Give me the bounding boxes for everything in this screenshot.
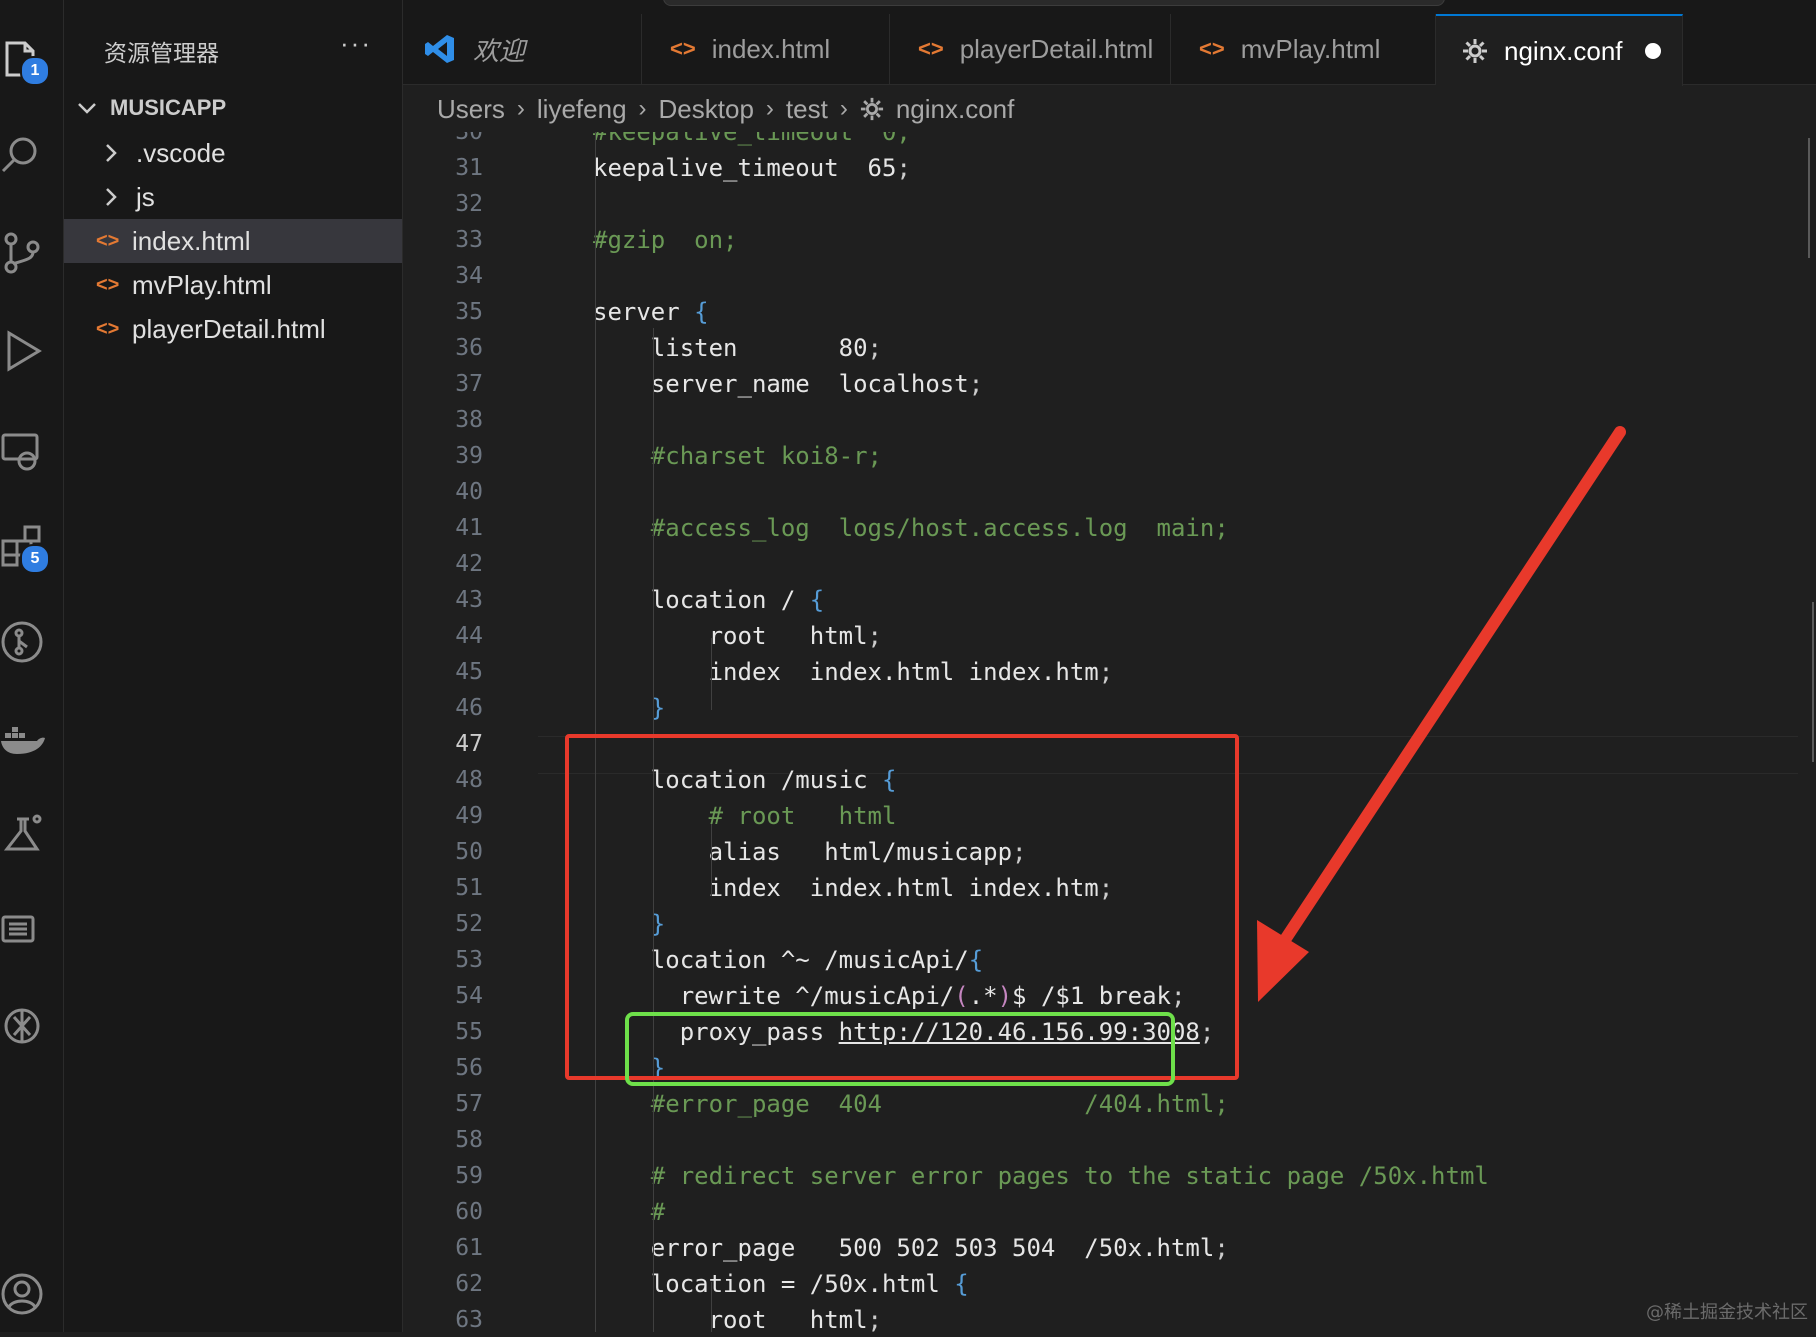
html-file-icon: <>	[1199, 36, 1225, 61]
tree-item-label: js	[136, 181, 155, 212]
activity-bar: 1 5	[0, 0, 64, 1332]
title-bar	[403, 0, 1816, 14]
explorer-icon[interactable]: 1	[0, 32, 50, 86]
chevron-right-icon	[106, 188, 117, 206]
tree-item-js[interactable]: js	[64, 175, 402, 219]
chevron-down-icon	[78, 103, 96, 114]
extensions-badge: 5	[20, 544, 50, 574]
gear-icon	[860, 97, 883, 121]
code-editor[interactable]: 30 31 32 33 34 35 36 37 38 39 40 41 42 43 44 45 46 47 48 49…	[403, 132, 1816, 1332]
gear-icon	[1463, 39, 1487, 63]
remote-explorer-icon[interactable]	[0, 424, 48, 476]
git-graph-icon[interactable]	[0, 616, 48, 668]
html-file-icon: <>	[670, 36, 696, 61]
unsaved-dot-icon[interactable]	[1644, 43, 1661, 59]
chevron-right-icon	[106, 144, 117, 162]
command-center[interactable]	[663, 0, 1445, 6]
source-control-icon[interactable]	[0, 226, 48, 278]
html-file-icon: <>	[96, 229, 120, 252]
chevron-right-icon: ›	[765, 95, 774, 122]
chevron-right-icon: ›	[638, 95, 647, 122]
tab-label: nginx.conf	[1504, 35, 1623, 66]
tree-item-label: playerDetail.html	[132, 313, 326, 344]
folder-musicapp[interactable]: MUSICAPP	[64, 90, 402, 126]
breadcrumb-desktop[interactable]: Desktop	[659, 94, 754, 125]
more-actions-button[interactable]: ···	[340, 28, 372, 59]
annotation-arrow-icon	[1257, 426, 1626, 1002]
tab-label: 欢迎	[473, 35, 526, 66]
breadcrumb-test[interactable]: test	[786, 94, 828, 125]
tree-item-vscode[interactable]: .vscode	[64, 131, 402, 175]
breadcrumb-liyefeng[interactable]: liyefeng	[537, 94, 627, 125]
vscode-logo-icon	[425, 35, 454, 63]
html-file-icon: <>	[96, 273, 120, 296]
tree-item-mvplay-html[interactable]: <> mvPlay.html	[64, 263, 402, 307]
explorer-badge: 1	[20, 56, 50, 86]
docker-icon[interactable]	[0, 712, 48, 764]
extensions-icon[interactable]: 5	[0, 520, 50, 574]
tab-label: playerDetail.html	[959, 33, 1154, 64]
tree-item-index-html[interactable]: <> index.html	[64, 219, 402, 263]
breadcrumb-users[interactable]: Users	[437, 94, 505, 125]
tab-index-html[interactable]: <> index.html	[642, 14, 890, 84]
html-file-icon: <>	[96, 317, 120, 340]
sidebar-title: 资源管理器	[104, 41, 219, 67]
tab-bar: 欢迎 <> index.html <> playerDetail.html <>…	[403, 14, 1816, 86]
explorer-sidebar: 资源管理器 ··· MUSICAPP .vscode js <> index.h…	[64, 0, 403, 1332]
tab-label: mvPlay.html	[1240, 33, 1381, 64]
tab-playerdetail-html[interactable]: <> playerDetail.html	[890, 14, 1171, 84]
search-icon[interactable]	[0, 128, 48, 180]
accounts-icon[interactable]	[0, 1268, 48, 1320]
tree-item-label: mvPlay.html	[132, 269, 272, 300]
folder-name: MUSICAPP	[110, 95, 227, 120]
tree-item-playerdetail-html[interactable]: <> playerDetail.html	[64, 307, 402, 351]
tab-welcome[interactable]: 欢迎	[403, 14, 642, 84]
testing-icon[interactable]	[0, 808, 48, 860]
tab-mvplay-html[interactable]: <> mvPlay.html	[1171, 14, 1436, 84]
watermark: @稀土掘金技术社区	[1646, 1302, 1808, 1323]
run-debug-icon[interactable]	[0, 324, 48, 376]
outline-icon[interactable]	[0, 904, 48, 956]
html-file-icon: <>	[918, 36, 944, 61]
tab-label: index.html	[711, 33, 831, 64]
chatgpt-icon[interactable]	[0, 1000, 48, 1052]
tree-item-label: index.html	[132, 225, 251, 256]
breadcrumb-nginx-conf[interactable]: nginx.conf	[896, 94, 1015, 125]
minimap[interactable]	[1802, 132, 1816, 1332]
chevron-right-icon: ›	[839, 95, 848, 122]
chevron-right-icon: ›	[516, 95, 525, 122]
breadcrumb: Users › liyefeng › Desktop › test › ngin…	[403, 86, 1014, 132]
tab-nginx-conf[interactable]: nginx.conf	[1436, 14, 1683, 86]
tree-item-label: .vscode	[136, 137, 226, 168]
